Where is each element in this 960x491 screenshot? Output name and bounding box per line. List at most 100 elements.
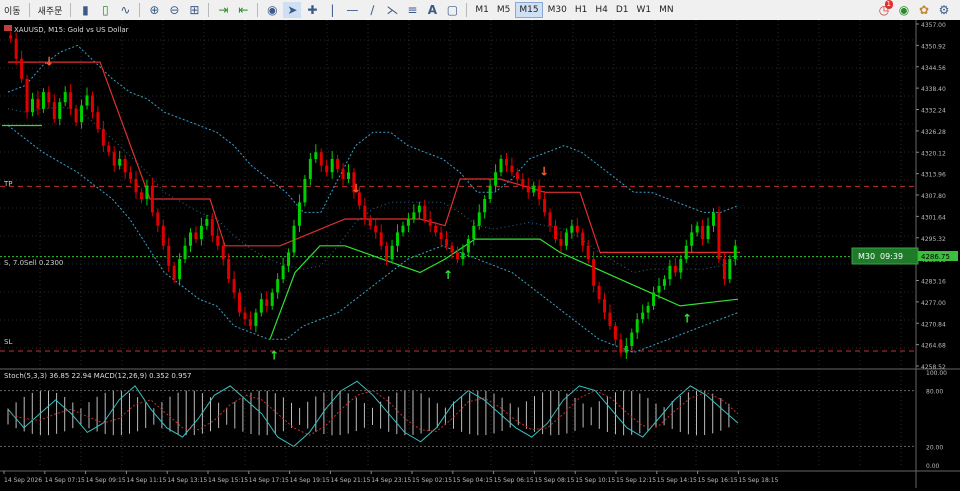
line-chart-icon[interactable]: ∿ — [116, 2, 134, 18]
candle-bear — [47, 92, 51, 103]
candle-bull — [635, 319, 639, 333]
candlesticks — [9, 31, 737, 359]
market-icon[interactable]: ⚙ — [935, 2, 953, 18]
candle-bear — [14, 38, 18, 59]
timeframe-h4[interactable]: H4 — [592, 2, 611, 18]
candle-bull — [85, 95, 89, 106]
screenshot-icon[interactable]: ◉ — [263, 2, 281, 18]
timeframe-w1[interactable]: W1 — [634, 2, 655, 18]
candle-bear — [363, 205, 367, 220]
candle-bear — [603, 299, 607, 313]
sell-arrow-icon: ↓ — [539, 165, 549, 179]
grid-lines — [0, 20, 960, 488]
candle-bear — [717, 212, 721, 260]
candle-bear — [101, 128, 105, 146]
timeframe-h1[interactable]: H1 — [572, 2, 591, 18]
fibonacci-icon[interactable]: ≡ — [403, 2, 421, 18]
candle-bull — [494, 172, 498, 186]
price-tick-label: 4301.64 — [921, 214, 946, 221]
tp-label: TP — [3, 180, 13, 188]
crosshair-icon[interactable]: ✚ — [303, 2, 321, 18]
time-tick-label: 14 Sep 2026 — [4, 477, 42, 484]
candle-bear — [150, 185, 154, 213]
time-tick-label: 14 Sep 13:15 — [167, 477, 207, 484]
tab-navigation[interactable]: 이동 — [1, 2, 24, 18]
candle-bear — [248, 319, 252, 326]
candle-bear — [385, 245, 389, 260]
toolbar-divider — [466, 3, 468, 17]
color-palette-icon[interactable]: ✿ — [915, 2, 933, 18]
candle-bull — [733, 245, 737, 260]
time-axis: 14 Sep 2026 14 Sep 07:15 14 Sep 09:15 14 Se… — [0, 470, 960, 484]
sell-arrow-icon: ↓ — [44, 54, 54, 68]
candle-bear — [368, 219, 372, 226]
autoscroll-icon[interactable]: ⇥ — [214, 2, 232, 18]
candle-bull — [466, 239, 470, 253]
candle-bear — [341, 168, 345, 179]
time-tick-label: 14 Sep 21:15 — [330, 477, 370, 484]
timeframe-m15[interactable]: M15 — [515, 2, 543, 18]
timer-label: M30 — [858, 252, 875, 261]
candle-bear — [69, 92, 73, 109]
bar-chart-icon[interactable]: ▮ — [76, 2, 94, 18]
candle-bull — [711, 212, 715, 226]
shapes-icon[interactable]: ▢ — [443, 2, 461, 18]
candle-bull — [679, 259, 683, 273]
price-tick-label: 4307.80 — [921, 193, 946, 200]
price-axis: 4357.00 4350.92 4344.56 4338.40 4332.24 4326.… — [916, 22, 947, 470]
price-tick-label: 4344.56 — [921, 65, 946, 72]
time-tick-label: 14 Sep 11:15 — [126, 477, 166, 484]
candle-bull — [406, 219, 410, 226]
grid-icon[interactable]: ⊞ — [185, 2, 203, 18]
chart-canvas[interactable]: ↓ ↓ ↓ ↑ ↑ ↑ 4357.00 4350.92 4344.56 4338.40 4332.… — [0, 20, 960, 488]
candle-bull — [706, 225, 710, 240]
candle-bear — [227, 259, 231, 280]
candle-bear — [504, 158, 508, 166]
candle-bull — [630, 332, 634, 346]
new-order-button[interactable]: 새주문 — [35, 2, 66, 18]
horizontal-line-icon[interactable]: — — [343, 2, 361, 18]
timeframe-m30[interactable]: M30 — [545, 2, 570, 18]
price-tick-label: 4320.12 — [921, 150, 946, 157]
candle-bear — [434, 225, 438, 233]
time-tick-label: 15 Sep 10:15 — [575, 477, 615, 484]
zoom-in-icon[interactable]: ⊕ — [145, 2, 163, 18]
candle-bear — [597, 285, 601, 300]
toolbar-divider — [70, 3, 72, 17]
candle-bull — [657, 285, 661, 293]
candle-bull — [270, 292, 274, 306]
trendline-icon[interactable]: ∕ — [363, 2, 381, 18]
candle-bear — [554, 225, 557, 240]
candle-bull — [412, 212, 416, 220]
candle-bull — [477, 212, 481, 226]
alert-clock-icon[interactable]: ◷ 1 — [875, 0, 893, 18]
channel-icon[interactable]: ⋋ — [383, 2, 401, 18]
candle-bear — [586, 245, 590, 260]
timeframe-mn[interactable]: MN — [656, 2, 677, 18]
time-tick-label: 14 Sep 09:15 — [86, 477, 126, 484]
chart-window[interactable]: ↓ ↓ ↓ ↑ ↑ ↑ 4357.00 4350.92 4344.56 4338.40 4332.… — [0, 20, 960, 488]
chart-shift-icon[interactable]: ⇤ — [234, 2, 252, 18]
buy-arrow-icon: ↑ — [682, 312, 692, 326]
zoom-out-icon[interactable]: ⊖ — [165, 2, 183, 18]
candle-bull — [488, 185, 492, 200]
cursor-icon[interactable]: ➤ — [283, 2, 302, 18]
candle-bear — [722, 259, 726, 280]
timeframe-m1[interactable]: M1 — [472, 2, 492, 18]
text-icon[interactable]: A — [423, 2, 441, 18]
notification-badge: 1 — [884, 0, 893, 9]
candle-bull — [308, 158, 312, 179]
candle-chart-icon[interactable]: ▯ — [96, 2, 114, 18]
time-tick-label: 15 Sep 12:15 — [616, 477, 656, 484]
candle-bull — [695, 225, 699, 233]
lower-band — [7, 125, 739, 354]
timeframe-d1[interactable]: D1 — [613, 2, 632, 18]
timeframe-m5[interactable]: M5 — [494, 2, 514, 18]
price-tick-label: 4270.84 — [921, 321, 946, 328]
candle-bear — [9, 35, 13, 39]
vertical-line-icon[interactable]: | — [323, 2, 341, 18]
candle-bear — [374, 225, 378, 233]
candle-bear — [619, 339, 623, 353]
candle-bear — [613, 325, 617, 340]
notification-icon[interactable]: ◉ — [895, 2, 913, 18]
